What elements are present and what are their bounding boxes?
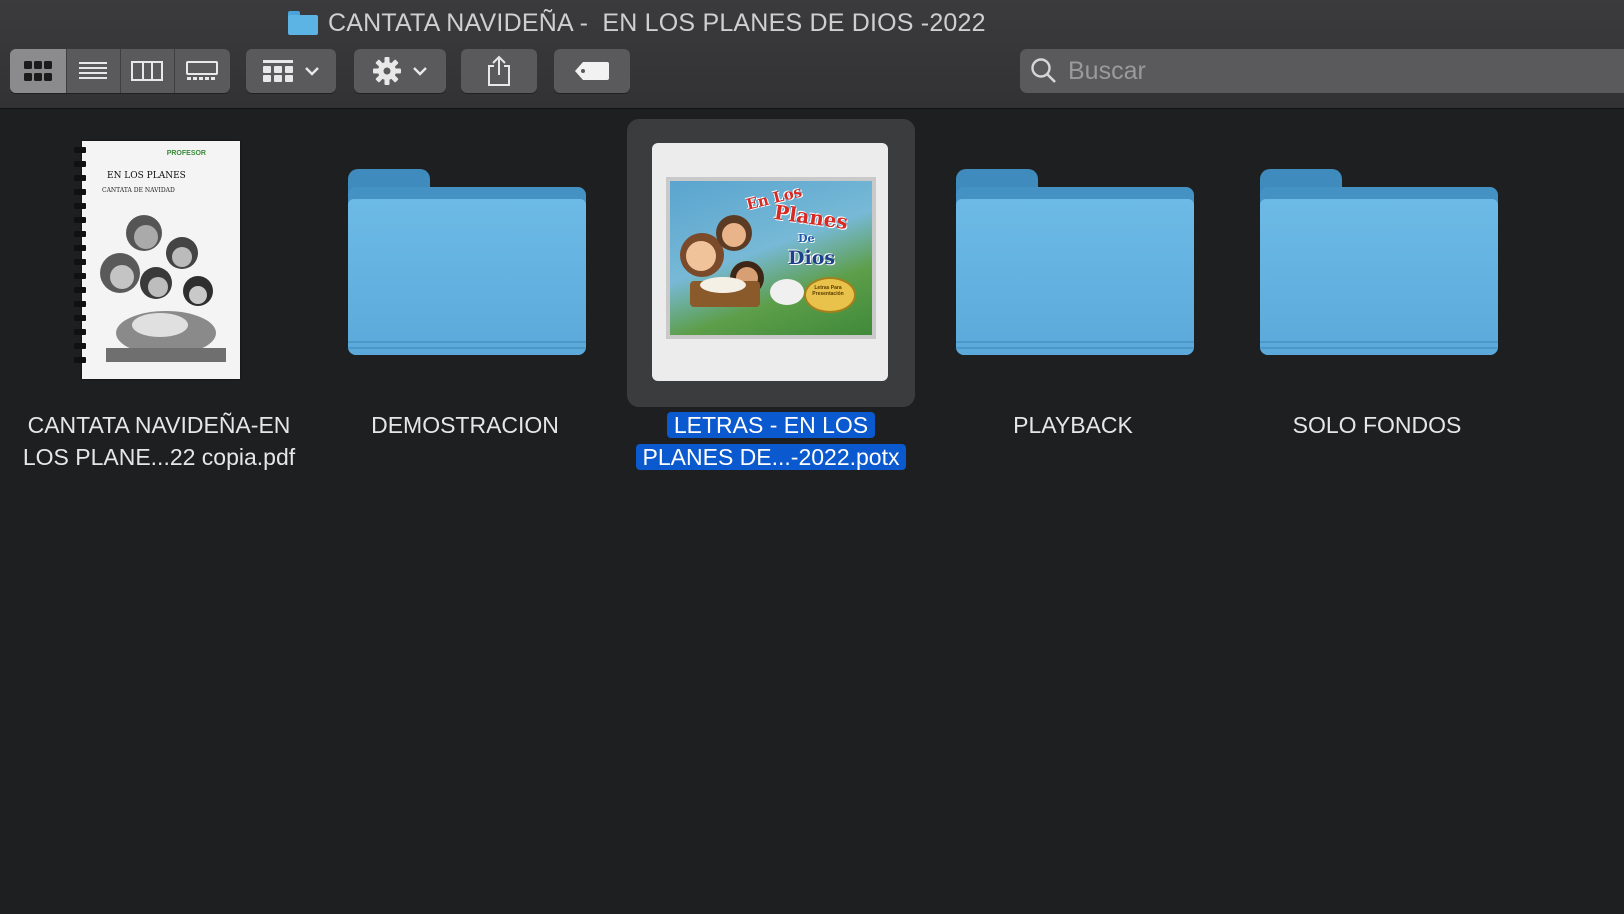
pdf-thumbnail: PROFESOR EN LOS PLANES CANTATA DE NAVIDA… <box>74 141 242 381</box>
file-area: PROFESOR EN LOS PLANES CANTATA DE NAVIDA… <box>0 109 1624 914</box>
folder-icon <box>348 169 586 355</box>
window-title-text: CANTATA NAVIDEÑA - EN LOS PLANES DE DIOS… <box>328 8 986 37</box>
potx-cover-image: En Los Planes De Dios Letras Para Presen… <box>666 177 876 339</box>
columns-icon <box>131 61 164 81</box>
pdf-corner-text: PROFESOR <box>166 150 206 157</box>
toolbar <box>0 49 1624 95</box>
potx-badge-text: Letras Para Presentación <box>812 285 844 297</box>
folder-label[interactable]: SOLO FONDOS <box>1218 409 1536 441</box>
file-label-line2: PLANES DE...-2022.potx <box>635 444 907 470</box>
chevron-down-icon <box>305 67 319 76</box>
folder-icon <box>1260 169 1498 355</box>
potx-title-line3: De <box>798 232 815 245</box>
view-mode-control <box>10 49 230 93</box>
pdf-subtitle-text: CANTATA DE NAVIDAD <box>102 187 175 194</box>
gallery-view-button[interactable] <box>175 49 230 93</box>
list-icon <box>79 62 108 79</box>
share-button[interactable] <box>461 49 537 93</box>
potx-thumbnail: En Los Planes De Dios Letras Para Presen… <box>652 143 888 381</box>
folder-label[interactable]: DEMOSTRACION <box>306 409 624 441</box>
gear-icon <box>373 57 401 85</box>
folder-label-text: SOLO FONDOS <box>1292 412 1462 438</box>
potx-title-line4: Dios <box>788 247 836 269</box>
file-label-line1: CANTATA NAVIDEÑA-EN <box>27 412 291 438</box>
file-label-selected[interactable]: LETRAS - EN LOS PLANES DE...-2022.potx <box>610 409 932 473</box>
window-title: CANTATA NAVIDEÑA - EN LOS PLANES DE DIOS… <box>288 6 986 40</box>
pdf-illustration <box>100 215 226 362</box>
search-input[interactable] <box>1066 55 1610 87</box>
titlebar: CANTATA NAVIDEÑA - EN LOS PLANES DE DIOS… <box>0 0 1624 109</box>
spiral-binding <box>74 147 88 375</box>
folder-icon <box>956 169 1194 355</box>
folder-icon <box>288 11 318 35</box>
list-view-button[interactable] <box>67 49 121 93</box>
share-icon <box>488 55 510 86</box>
action-button[interactable] <box>354 49 446 93</box>
icon-view-button[interactable] <box>10 49 68 93</box>
icon-grid-icon <box>24 61 53 81</box>
tag-icon <box>575 62 609 80</box>
potx-title-line2: Planes <box>772 199 850 235</box>
pdf-title-text: EN LOS PLANES <box>107 171 186 181</box>
folder-label-text: PLAYBACK <box>1013 412 1133 438</box>
folder-label-text: DEMOSTRACION <box>371 412 559 438</box>
file-label-line1: LETRAS - EN LOS <box>666 412 876 438</box>
pdf-page: PROFESOR EN LOS PLANES CANTATA DE NAVIDA… <box>82 141 240 379</box>
search-icon <box>1031 58 1056 83</box>
folder-label[interactable]: PLAYBACK <box>914 409 1232 441</box>
chevron-down-icon <box>413 67 427 76</box>
tag-button[interactable] <box>554 49 630 93</box>
group-by-button[interactable] <box>246 49 336 93</box>
column-view-button[interactable] <box>121 49 175 93</box>
file-label-line2: LOS PLANE...22 copia.pdf <box>22 444 296 470</box>
file-label[interactable]: CANTATA NAVIDEÑA-EN LOS PLANE...22 copia… <box>0 409 318 473</box>
search-field[interactable] <box>1020 49 1624 93</box>
finder-window: CANTATA NAVIDEÑA - EN LOS PLANES DE DIOS… <box>0 0 1624 914</box>
group-grid-icon <box>263 60 293 82</box>
gallery-icon <box>186 61 219 80</box>
